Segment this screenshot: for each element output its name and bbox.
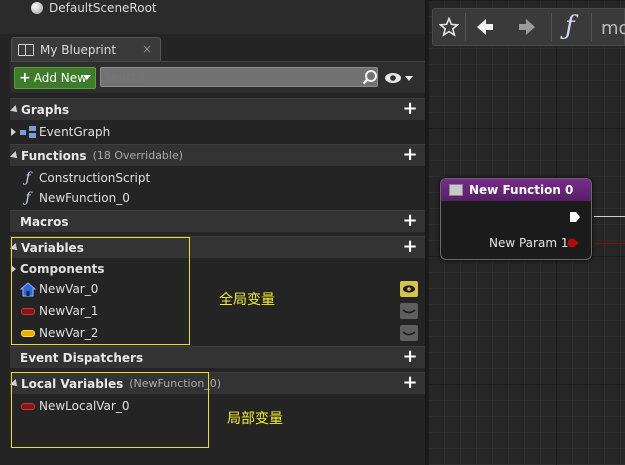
add-new-label: Add New <box>33 71 87 85</box>
my-blueprint-panel: DefaultSceneRoot My Blueprint × + Add Ne… <box>0 0 425 465</box>
visibility-eye-toggle-off[interactable] <box>400 303 418 319</box>
add-local-variable-button[interactable]: + <box>401 374 419 393</box>
function-item-label: NewFunction_0 <box>39 191 130 205</box>
event-graph-icon <box>20 126 36 138</box>
add-event-dispatcher-button[interactable]: + <box>401 348 419 367</box>
search-icon[interactable] <box>362 69 378 85</box>
param-output-pin-icon[interactable] <box>567 238 579 248</box>
scene-root-icon <box>31 1 43 14</box>
function-entry-icon <box>449 184 463 196</box>
section-functions[interactable]: Functions (18 Overridable) + <box>10 144 425 166</box>
graph-breadcrumb[interactable]: mo <box>601 18 625 39</box>
eye-closed-icon <box>402 309 416 314</box>
function-item-newfunction-0[interactable]: ƒ NewFunction_0 <box>20 187 130 209</box>
param-wire <box>594 243 625 244</box>
visibility-eye-toggle-on[interactable] <box>400 281 418 297</box>
annotation-global-label: 全局变量 <box>219 292 275 308</box>
param-label: New Param 1 <box>489 236 569 250</box>
section-graphs[interactable]: Graphs + <box>10 98 425 120</box>
visibility-eye-toggle-off[interactable] <box>400 325 418 341</box>
plus-icon: + <box>19 70 31 86</box>
annotation-box-local <box>11 372 209 448</box>
exec-wire <box>594 216 625 217</box>
node-header[interactable]: New Function 0 <box>441 179 591 201</box>
function-icon: ƒ <box>565 11 575 41</box>
search-input[interactable] <box>100 67 378 87</box>
graph-item-eventgraph[interactable]: EventGraph <box>11 121 110 143</box>
add-variable-button[interactable]: + <box>401 238 419 257</box>
expand-arrow-icon <box>10 104 20 115</box>
add-macro-button[interactable]: + <box>401 212 419 231</box>
tab-label: My Blueprint <box>40 42 117 57</box>
chevron-down-icon <box>83 75 91 80</box>
event-dispatchers-label: Event Dispatchers <box>20 350 144 365</box>
expand-arrow-icon <box>10 150 20 161</box>
annotation-local-label: 局部变量 <box>227 411 283 427</box>
annotation-box-global <box>11 237 190 345</box>
toolbar-separator <box>465 13 466 41</box>
visibility-options-icon[interactable] <box>384 71 414 85</box>
graphs-label: Graphs <box>21 102 70 117</box>
back-arrow-icon[interactable] <box>475 17 495 37</box>
scene-root-label: DefaultSceneRoot <box>49 0 157 15</box>
tab-my-blueprint[interactable]: My Blueprint × <box>11 37 161 61</box>
function-item-label: ConstructionScript <box>39 171 151 185</box>
add-new-button[interactable]: + Add New <box>14 67 96 89</box>
eye-closed-icon <box>402 331 416 336</box>
forward-arrow-icon[interactable] <box>517 17 537 37</box>
star-icon[interactable] <box>439 17 459 37</box>
graph-item-label: EventGraph <box>39 125 111 139</box>
functions-override-count: (18 Overridable) <box>92 149 184 162</box>
add-graph-button[interactable]: + <box>401 100 419 119</box>
node-title: New Function 0 <box>469 183 574 197</box>
add-function-button[interactable]: + <box>401 146 419 165</box>
section-macros[interactable]: Macros + <box>10 210 425 232</box>
collapse-arrow-icon <box>11 128 16 136</box>
function-item-constructionscript[interactable]: ƒ ConstructionScript <box>20 167 150 189</box>
graph-toolbar: ƒ mo <box>432 8 625 46</box>
blueprint-toolbar: + Add New <box>10 61 425 93</box>
function-icon: ƒ <box>25 190 31 206</box>
macros-label: Macros <box>20 214 69 229</box>
functions-label: Functions <box>21 148 87 163</box>
toolbar-separator <box>551 13 552 41</box>
book-icon <box>18 43 34 56</box>
exec-output-pin-icon[interactable] <box>569 211 581 223</box>
eye-open-icon <box>403 285 415 293</box>
function-entry-node[interactable]: New Function 0 New Param 1 <box>440 178 592 260</box>
section-event-dispatchers[interactable]: Event Dispatchers + <box>10 346 425 368</box>
toolbar-separator <box>591 13 592 41</box>
tab-close-icon[interactable]: × <box>142 42 152 56</box>
default-scene-root-item[interactable]: DefaultSceneRoot <box>31 0 157 15</box>
construction-function-icon: ƒ <box>25 170 31 186</box>
